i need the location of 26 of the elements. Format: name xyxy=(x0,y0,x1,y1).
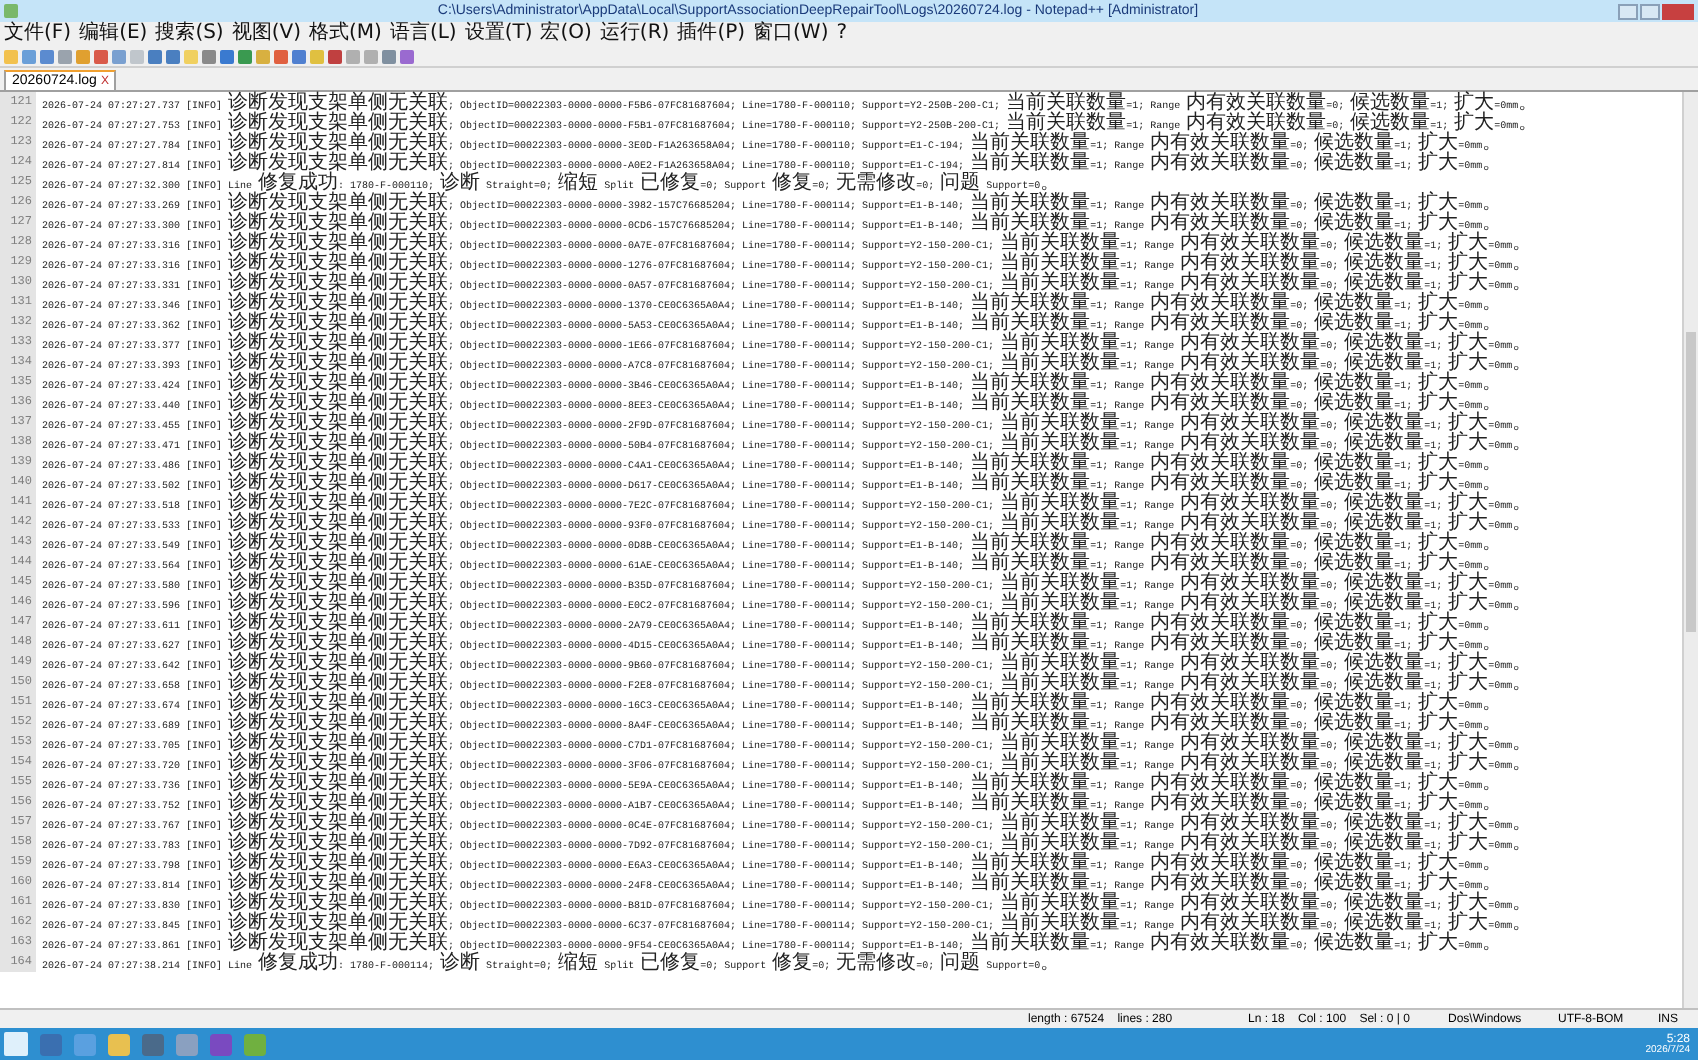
maximize-button[interactable] xyxy=(1640,3,1660,19)
taskbar-app-icon[interactable] xyxy=(142,1033,164,1055)
taskbar-app-icon[interactable] xyxy=(108,1033,130,1055)
menu-item[interactable]: ? xyxy=(836,24,848,44)
app-icon xyxy=(4,4,18,18)
menu-item[interactable]: 编辑(E) xyxy=(79,24,148,44)
taskbar-app-icon[interactable] xyxy=(176,1033,198,1055)
menu-item[interactable]: 格式(M) xyxy=(309,24,382,44)
close-button[interactable] xyxy=(1662,3,1694,19)
menu-item[interactable]: 运行(R) xyxy=(599,24,670,44)
menu-item[interactable]: 语言(L) xyxy=(389,24,457,44)
menu-item[interactable]: 设置(T) xyxy=(464,24,533,44)
taskbar-app-icon[interactable] xyxy=(40,1033,62,1055)
menu-item[interactable]: 窗口(W) xyxy=(753,24,829,44)
menu-item[interactable]: 插件(P) xyxy=(677,24,746,44)
taskbar-app-icon[interactable] xyxy=(210,1033,232,1055)
menu-item[interactable]: 文件(F) xyxy=(4,24,72,44)
scrollbar-thumb[interactable] xyxy=(1686,332,1696,632)
scrollbar[interactable] xyxy=(1682,92,1698,1008)
minimize-button[interactable] xyxy=(1618,3,1638,19)
start-button[interactable] xyxy=(4,1032,28,1056)
taskbar-app-icon[interactable] xyxy=(74,1033,96,1055)
taskbar-app-icon[interactable] xyxy=(244,1033,266,1055)
menu-item[interactable]: 搜索(S) xyxy=(155,24,224,44)
menu-item[interactable]: 视图(V) xyxy=(231,24,301,44)
menu-item[interactable]: 宏(O) xyxy=(540,24,592,44)
